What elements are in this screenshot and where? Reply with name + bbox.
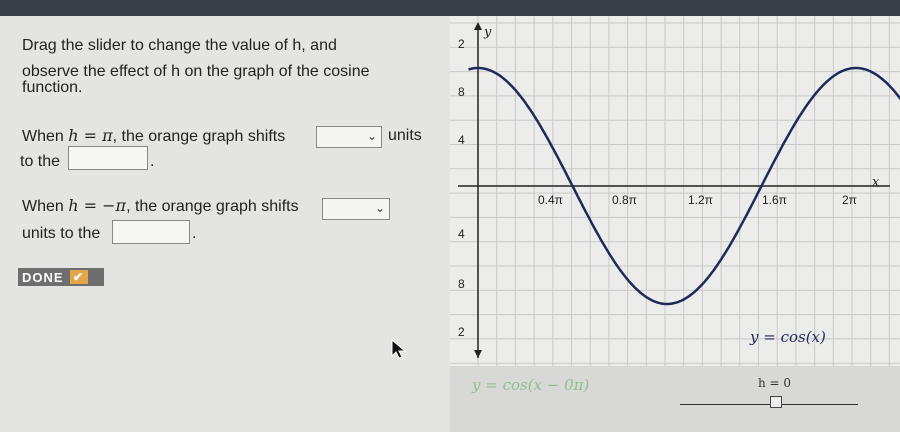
period-2: . <box>192 225 197 242</box>
graph-background <box>450 16 900 366</box>
units-label-1: units <box>388 127 422 144</box>
top-bar <box>0 0 900 16</box>
mouse-cursor-icon <box>391 338 407 359</box>
chevron-down-icon: ⌄ <box>374 201 385 215</box>
x-tick-label: 0.4π <box>538 193 563 207</box>
x-tick-label: 2π <box>842 193 857 207</box>
x-axis-label: x <box>872 175 880 190</box>
y-axis-label: y <box>483 25 492 40</box>
slider-thumb[interactable] <box>770 396 782 408</box>
instruction-line-3: function. <box>22 79 83 96</box>
checkmark-icon: ✔ <box>69 270 88 284</box>
cosine-graph: y x 2 8 4 4 8 2 0.4π 0.8π 1.2π 1.6π 2π y… <box>450 16 900 366</box>
direction-input-2[interactable] <box>112 220 190 244</box>
question-panel: Drag the slider to change the value of h… <box>0 16 450 432</box>
slider-track[interactable] <box>680 404 858 405</box>
units-to-the-label-2: units to the <box>22 225 101 242</box>
question-1-text: When h = π, the orange graph shifts <box>22 126 286 145</box>
period-1: . <box>150 153 155 170</box>
shifted-equation: y = cos(x − 0π) <box>472 376 590 394</box>
shift-amount-dropdown-2[interactable]: ⌄ <box>322 198 390 220</box>
x-tick-label: 1.2π <box>688 193 713 207</box>
direction-input-1[interactable] <box>68 146 148 170</box>
x-tick-label: 0.8π <box>612 193 637 207</box>
shift-amount-dropdown-1[interactable]: ⌄ <box>316 126 382 148</box>
to-the-label-1: to the <box>20 153 61 170</box>
y-tick-label: 4 <box>458 133 465 147</box>
slider-label: h = 0 <box>758 376 792 390</box>
y-tick-label: 2 <box>458 37 465 51</box>
chevron-down-icon: ⌄ <box>366 129 377 143</box>
curve-label: y = cos(x) <box>749 328 826 346</box>
done-button[interactable]: DONE ✔ <box>18 268 104 286</box>
question-2-text: When h = −π, the orange graph shifts <box>22 196 299 215</box>
y-tick-label: 2 <box>458 325 465 339</box>
x-tick-label: 1.6π <box>762 193 787 207</box>
y-tick-label: 8 <box>458 85 465 99</box>
done-label: DONE <box>22 269 64 285</box>
slider-panel: y = cos(x − 0π) h = 0 <box>450 366 900 432</box>
y-tick-label: 8 <box>458 277 465 291</box>
y-tick-label: 4 <box>458 227 465 241</box>
instruction-line-1: Drag the slider to change the value of h… <box>22 37 337 54</box>
